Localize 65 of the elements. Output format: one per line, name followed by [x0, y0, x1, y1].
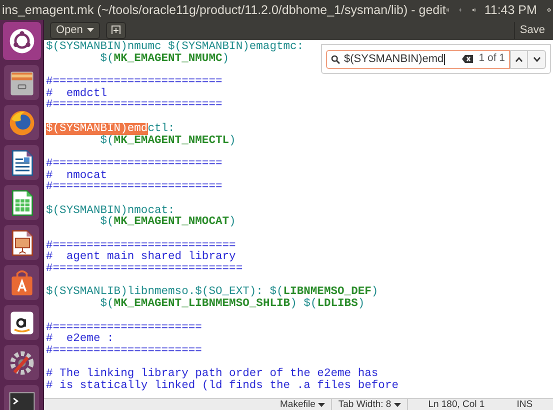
- code-variable: MK_EMAGENT_NMECTL: [114, 134, 230, 146]
- save-button[interactable]: Save: [514, 22, 547, 38]
- launcher-item[interactable]: [4, 145, 39, 180]
- code-text: ): [229, 216, 236, 228]
- new-tab-button[interactable]: [106, 22, 126, 38]
- code-comment: # is statically linked (ld finds the .a files before: [46, 380, 399, 392]
- code-text: ): [371, 286, 378, 298]
- search-match: $(SYSMANBIN)emd: [46, 122, 148, 135]
- code-comment: #=========================: [46, 99, 222, 112]
- next-match-button[interactable]: [528, 50, 546, 68]
- insert-mode: INS: [516, 399, 533, 410]
- window-title: ins_emagent.mk (~/tools/oracle11g/product/11.2.0/dbhome_1/sysman/lib) - gedit: [2, 2, 446, 19]
- caret-icon: [318, 402, 326, 406]
- caret-icon: [86, 28, 94, 32]
- down-icon: [532, 56, 540, 62]
- open-button[interactable]: Open: [50, 22, 100, 38]
- clock[interactable]: 11:43 PM: [484, 0, 537, 20]
- code-comment: #======================: [46, 344, 202, 357]
- launcher-item[interactable]: [4, 185, 39, 220]
- search-icon: [331, 54, 340, 64]
- code-comment: # agent main shared library: [46, 251, 236, 264]
- code-comment: #=========================: [46, 158, 222, 170]
- new-tab-icon: [110, 25, 121, 35]
- code-text: $(SYSMANBIN)nmocat:: [46, 204, 175, 217]
- code-comment: #=========================: [46, 76, 222, 88]
- code-text: $(: [99, 52, 114, 65]
- code-text: ) $(: [290, 298, 318, 310]
- code-comment: # The linking library path order of the e2eme has: [46, 368, 378, 380]
- code-comment: #===========================: [46, 240, 236, 252]
- up-icon: [515, 56, 523, 62]
- code-variable: LIBNMEMSO_DEF: [283, 286, 372, 298]
- match-count: 1 of 1: [478, 51, 505, 66]
- code-variable: LDLIBS: [317, 298, 358, 310]
- code-text: $(SYSMANBIN)nmumc $(SYSMANBIN)emagtmc:: [46, 41, 304, 53]
- text-cursor: [444, 54, 445, 64]
- code-comment: # e2eme :: [46, 333, 114, 346]
- code-comment: #=========================: [46, 181, 222, 194]
- code-comment: # nmocat: [46, 170, 108, 182]
- cursor-position: Ln 180, Col 1: [407, 399, 505, 410]
- code-text: $(SYSMANLIB)libnmemso.$(SO_EXT): $(: [46, 286, 284, 298]
- launcher-item[interactable]: [4, 385, 39, 410]
- code-text: ): [358, 298, 365, 310]
- code-text: $(: [99, 134, 114, 146]
- launcher-item[interactable]: [4, 225, 39, 260]
- code-comment: #============================: [46, 263, 243, 276]
- search-field[interactable]: $(SYSMANBIN)emd 1 of 1: [326, 50, 510, 68]
- code-variable: MK_EMAGENT_NMOCAT: [114, 216, 230, 228]
- launcher-item[interactable]: [4, 265, 39, 300]
- caret-icon: [394, 402, 402, 406]
- launcher-item[interactable]: [2, 22, 40, 60]
- tab-width-dropdown[interactable]: Tab Width: 8: [331, 399, 408, 410]
- code-variable: MK_EMAGENT_NMUMC: [114, 52, 222, 65]
- code-comment: #======================: [46, 322, 202, 334]
- code-text: $(: [99, 216, 114, 228]
- previous-match-button[interactable]: [510, 50, 528, 68]
- search-text: $(SYSMANBIN)emd: [344, 52, 444, 67]
- code-text: ctl:: [148, 122, 175, 135]
- code-text: ): [229, 134, 236, 146]
- code-text: $(: [99, 298, 114, 310]
- language-dropdown[interactable]: Makefile: [274, 399, 332, 410]
- code-variable: MK_EMAGENT_LIBNMEMSO_SHLIB: [114, 298, 290, 310]
- code-text: ): [222, 52, 230, 65]
- clear-icon[interactable]: [462, 55, 473, 63]
- launcher-item[interactable]: [4, 305, 39, 340]
- code-comment: # emdctl: [46, 88, 108, 100]
